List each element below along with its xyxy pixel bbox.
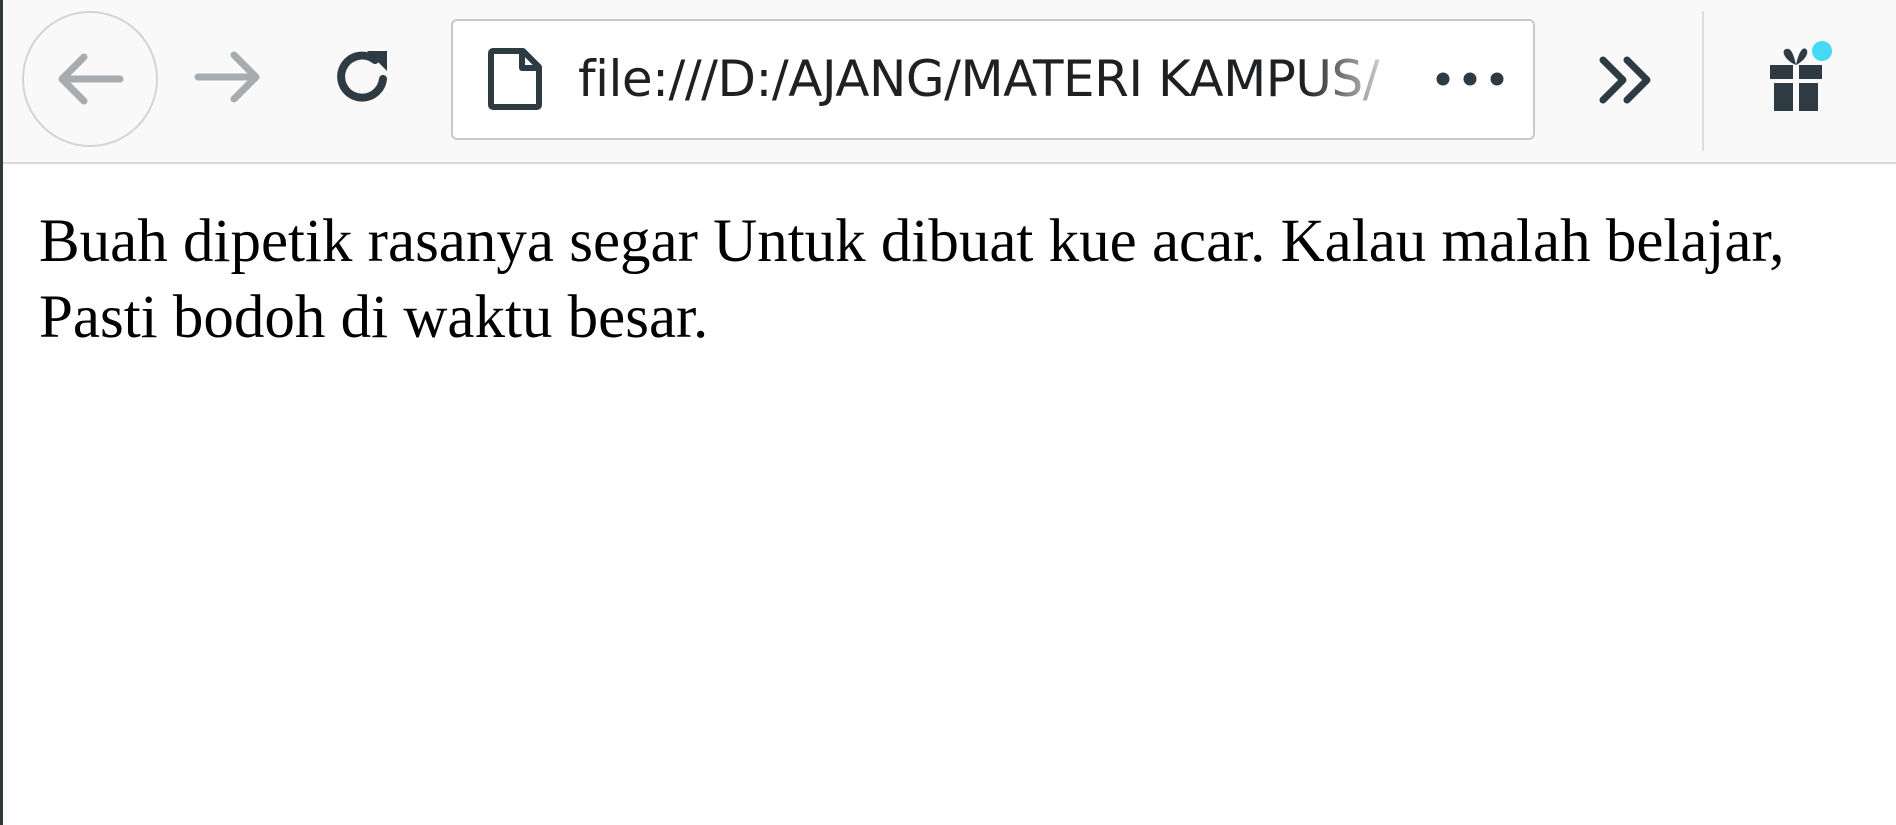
- toolbar-separator: [1702, 11, 1704, 151]
- browser-toolbar: file:///D:/AJANG/MATERI KAMPUS/: [3, 0, 1896, 164]
- page-icon: [488, 48, 542, 110]
- reload-button[interactable]: [318, 32, 408, 122]
- more-dots-icon: [1436, 72, 1504, 86]
- chevron-double-right-icon: [1599, 56, 1651, 104]
- browser-window: file:///D:/AJANG/MATERI KAMPUS/ Buah dip…: [0, 0, 1896, 825]
- gift-icon: [1770, 41, 1832, 111]
- notification-dot: [1812, 41, 1832, 61]
- url-text[interactable]: file:///D:/AJANG/MATERI KAMPUS/: [578, 21, 1403, 138]
- page-content: Buah dipetik rasanya segar Untuk dibuat …: [3, 164, 1896, 825]
- forward-arrow-icon: [194, 51, 260, 103]
- page-text: Buah dipetik rasanya segar Untuk dibuat …: [39, 208, 1785, 351]
- page-actions-button[interactable]: [1431, 56, 1509, 102]
- whats-new-button[interactable]: [1751, 32, 1841, 122]
- back-button[interactable]: [22, 11, 158, 147]
- forward-button[interactable]: [183, 32, 273, 122]
- back-arrow-icon: [58, 53, 124, 105]
- address-bar[interactable]: file:///D:/AJANG/MATERI KAMPUS/: [451, 19, 1535, 140]
- toolbar-overflow-button[interactable]: [1583, 35, 1669, 125]
- reload-icon: [337, 51, 387, 102]
